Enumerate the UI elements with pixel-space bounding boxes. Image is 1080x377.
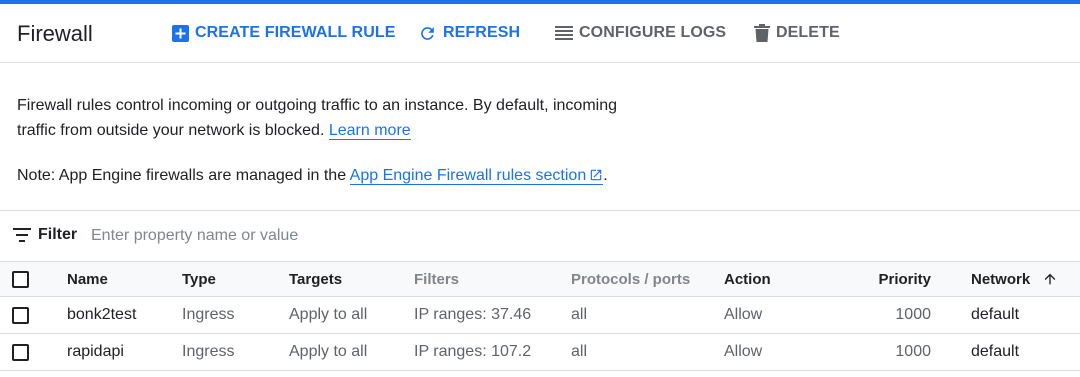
cell-network[interactable]: default [971, 297, 1019, 333]
filter-input[interactable] [86, 221, 496, 251]
column-header-targets[interactable]: Targets [289, 262, 342, 296]
cell-type: Ingress [182, 306, 235, 323]
table-header: Name Type Targets Filters Protocols / po… [0, 261, 1080, 297]
select-all-checkbox[interactable] [12, 270, 29, 288]
cell-protocols: all [571, 306, 588, 323]
cell-action: Allow [724, 306, 763, 323]
cell-name[interactable]: bonk2test [67, 297, 136, 333]
app-engine-firewall-link-label: App Engine Firewall rules section [349, 167, 587, 184]
row-checkbox-cell [12, 334, 29, 370]
learn-more-link[interactable]: Learn more [328, 122, 411, 140]
column-header-filters[interactable]: Filters [414, 262, 459, 296]
cell-action: Allow [724, 343, 763, 360]
page-title: Firewall [17, 21, 93, 46]
cell-filters: IP ranges: 37.46 [414, 306, 532, 323]
row-checkbox[interactable] [12, 343, 29, 361]
configure-logs-button[interactable]: CONFIGURE LOGS [555, 22, 726, 44]
column-header-protocols[interactable]: Protocols / ports [571, 262, 690, 296]
open-in-new-icon [590, 169, 602, 181]
app-engine-note: Note: App Engine firewalls are managed i… [17, 163, 608, 188]
note-prefix: Note: App Engine firewalls are managed i… [17, 167, 347, 184]
table-row[interactable]: rapidapi Ingress Apply to all IP ranges:… [0, 334, 1080, 371]
cell-priority: 1000 [895, 343, 931, 360]
select-all-cell [12, 262, 29, 296]
filter-icon [13, 228, 31, 242]
cell-protocols: all [571, 343, 588, 360]
cell-network[interactable]: default [971, 334, 1019, 370]
row-checkbox[interactable] [12, 306, 29, 324]
create-firewall-rule-button[interactable]: CREATE FIREWALL RULE [172, 22, 396, 44]
cell-name[interactable]: rapidapi [67, 334, 124, 370]
column-header-network[interactable]: Network [971, 262, 1058, 296]
delete-label: DELETE [776, 24, 840, 41]
column-header-type[interactable]: Type [182, 262, 216, 296]
trash-icon [754, 24, 770, 42]
cell-priority: 1000 [895, 306, 931, 323]
column-header-network-label: Network [971, 270, 1031, 288]
sort-arrow-up-icon [1044, 273, 1056, 285]
delete-button[interactable]: DELETE [754, 22, 840, 44]
column-header-name[interactable]: Name [67, 262, 108, 296]
refresh-button[interactable]: REFRESH [418, 22, 520, 44]
cell-targets: Apply to all [289, 306, 368, 323]
note-suffix: . [603, 167, 608, 184]
cell-type: Ingress [182, 343, 235, 360]
cell-targets: Apply to all [289, 343, 368, 360]
create-firewall-rule-label: CREATE FIREWALL RULE [195, 24, 396, 41]
info-text: Firewall rules control incoming or outgo… [17, 93, 657, 143]
info-description: Firewall rules control incoming or outgo… [17, 97, 618, 139]
refresh-label: REFRESH [443, 24, 521, 41]
app-engine-firewall-link[interactable]: App Engine Firewall rules section [349, 167, 604, 185]
refresh-icon [421, 26, 434, 40]
list-icon [555, 26, 573, 40]
add-box-icon [172, 24, 189, 42]
filter-label: Filter [38, 226, 78, 243]
row-checkbox-cell [12, 297, 29, 333]
configure-logs-label: CONFIGURE LOGS [579, 24, 727, 41]
filter-bar: Filter [0, 211, 1080, 261]
column-header-priority[interactable]: Priority [830, 262, 931, 296]
cell-filters: IP ranges: 107.2 [414, 343, 532, 360]
page-header: Firewall CREATE FIREWALL RULE REFRESH CO… [0, 4, 1080, 63]
column-header-action[interactable]: Action [724, 262, 771, 296]
table-row[interactable]: bonk2test Ingress Apply to all IP ranges… [0, 297, 1080, 334]
